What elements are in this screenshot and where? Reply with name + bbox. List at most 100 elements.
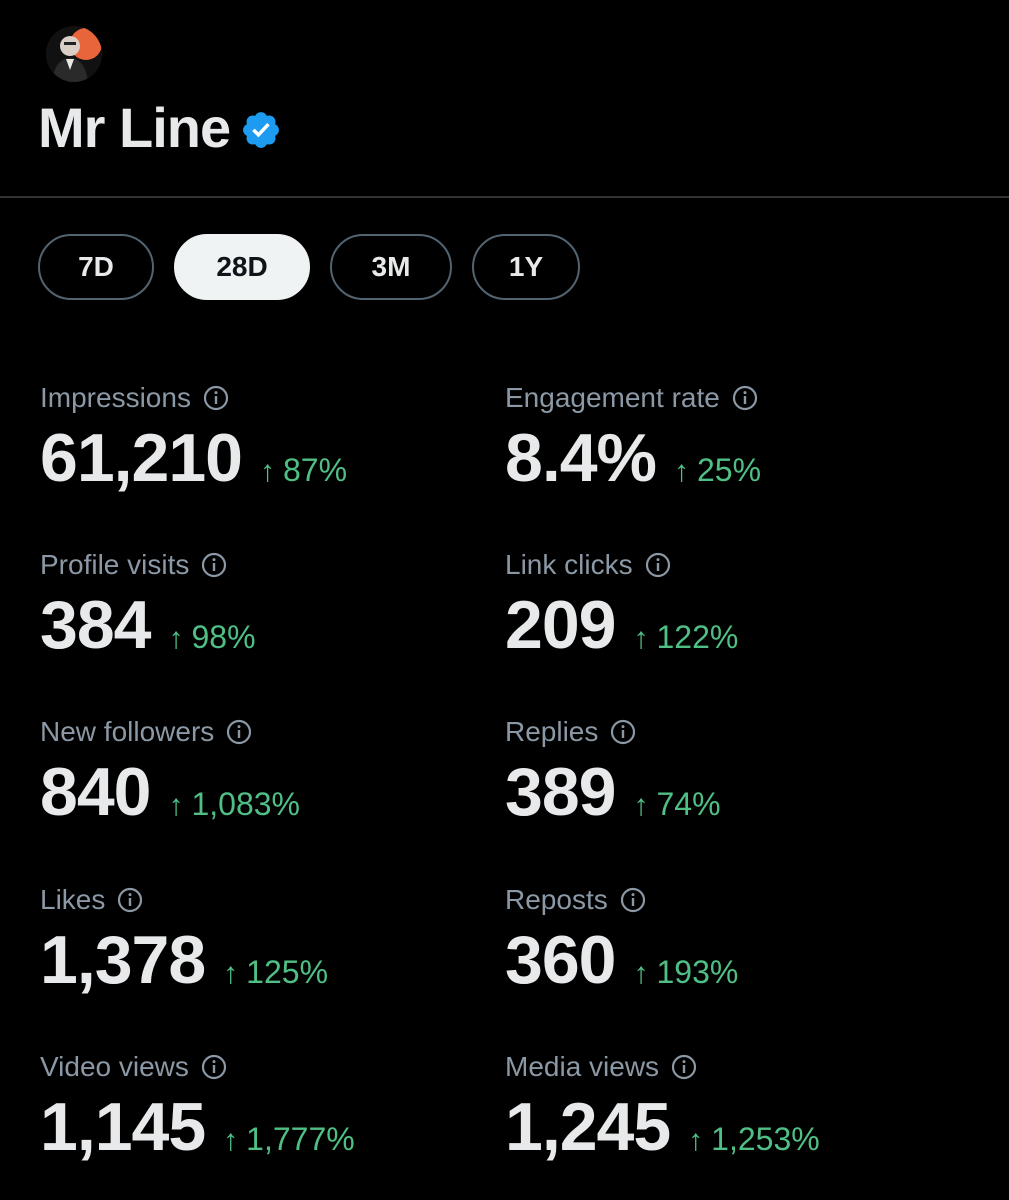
metric-label-row: Link clicks <box>505 547 738 583</box>
metric-change: ↑ 87% <box>260 452 347 489</box>
metric-value-row: 209 ↑ 122% <box>505 585 738 665</box>
metric-label-row: Reposts <box>505 882 738 918</box>
arrow-up-icon: ↑ <box>223 957 239 990</box>
metric-value-row: 389 ↑ 74% <box>505 752 721 832</box>
info-icon[interactable] <box>201 552 227 578</box>
avatar[interactable] <box>46 26 102 82</box>
metric-value: 1,245 <box>505 1089 671 1165</box>
metric-change: ↑ 125% <box>223 954 328 991</box>
metric-change-value: 1,777% <box>246 1121 355 1157</box>
metric-label: Engagement rate <box>505 382 720 413</box>
metric-label: Video views <box>40 1051 189 1082</box>
metric-label-row: Video views <box>40 1049 355 1085</box>
arrow-up-icon: ↑ <box>223 1124 239 1157</box>
metric-change-value: 87% <box>282 452 348 488</box>
metric-change: ↑ 74% <box>633 786 720 823</box>
info-icon[interactable] <box>620 887 646 913</box>
metric-change-value: 125% <box>246 954 329 990</box>
metric-label: Impressions <box>40 382 191 413</box>
metric-profile-visits: Profile visits 384 ↑ 98% <box>40 547 256 665</box>
metric-label-row: Media views <box>505 1049 820 1085</box>
metric-label-row: Profile visits <box>40 547 256 583</box>
metric-change: ↑ 122% <box>633 619 738 656</box>
metric-change-value: 25% <box>697 452 762 488</box>
tab-1y[interactable]: 1Y <box>472 234 580 300</box>
arrow-up-icon: ↑ <box>633 789 649 822</box>
metric-change: ↑ 25% <box>674 452 761 489</box>
arrow-up-icon: ↑ <box>168 622 184 655</box>
metric-label-row: Engagement rate <box>505 380 761 416</box>
arrow-up-icon: ↑ <box>168 789 184 822</box>
metric-value-row: 1,145 ↑ 1,777% <box>40 1087 355 1167</box>
metric-value: 384 <box>40 587 151 663</box>
metric-change-value: 1,083% <box>191 786 300 822</box>
metric-change: ↑ 1,083% <box>168 786 300 823</box>
tab-28d[interactable]: 28D <box>174 234 310 300</box>
metric-value: 8.4% <box>505 420 657 496</box>
metric-value: 360 <box>505 922 616 998</box>
profile-name: Mr Line <box>38 95 231 159</box>
arrow-up-icon: ↑ <box>633 957 649 990</box>
metric-engagement-rate: Engagement rate 8.4% ↑ 25% <box>505 380 761 498</box>
metric-value-row: 384 ↑ 98% <box>40 585 256 665</box>
metric-value-row: 61,210 ↑ 87% <box>40 418 347 498</box>
info-icon[interactable] <box>203 385 229 411</box>
metric-impressions: Impressions 61,210 ↑ 87% <box>40 380 347 498</box>
metric-label: New followers <box>40 716 215 747</box>
metric-change-value: 1,253% <box>711 1121 820 1157</box>
metric-label: Media views <box>505 1051 660 1082</box>
metric-value-row: 1,378 ↑ 125% <box>40 920 328 1000</box>
metric-change: ↑ 1,253% <box>688 1121 820 1158</box>
metric-label-row: Replies <box>505 714 721 750</box>
metric-change-value: 98% <box>191 619 256 655</box>
metric-value: 389 <box>505 754 616 830</box>
arrow-up-icon: ↑ <box>259 455 275 488</box>
verified-badge-icon <box>243 112 280 148</box>
tab-7d[interactable]: 7D <box>38 234 154 300</box>
analytics-page: Mr Line 7D 28D 3M 1Y Impressions 61,210 … <box>0 0 1009 1200</box>
header-divider <box>0 196 1009 198</box>
metric-media-views: Media views 1,245 ↑ 1,253% <box>505 1049 820 1167</box>
metric-label-row: New followers <box>40 714 300 750</box>
metric-change: ↑ 193% <box>633 954 738 991</box>
tab-3m[interactable]: 3M <box>330 234 452 300</box>
info-icon[interactable] <box>610 719 636 745</box>
arrow-up-icon: ↑ <box>688 1124 704 1157</box>
metric-change-value: 74% <box>656 786 721 822</box>
metric-value: 840 <box>40 754 151 830</box>
info-icon[interactable] <box>671 1054 697 1080</box>
metric-value-row: 8.4% ↑ 25% <box>505 418 761 498</box>
metric-label-row: Likes <box>40 882 328 918</box>
metric-label: Likes <box>40 884 106 915</box>
metric-value: 1,145 <box>40 1089 206 1165</box>
avatar-image <box>46 26 102 82</box>
metric-label: Profile visits <box>40 549 190 580</box>
metric-value-row: 1,245 ↑ 1,253% <box>505 1087 820 1167</box>
metric-label: Link clicks <box>505 549 633 580</box>
info-icon[interactable] <box>645 552 671 578</box>
metric-link-clicks: Link clicks 209 ↑ 122% <box>505 547 738 665</box>
profile-header: Mr Line <box>38 92 282 162</box>
info-icon[interactable] <box>117 887 143 913</box>
metric-change-value: 122% <box>656 619 739 655</box>
metric-change: ↑ 98% <box>168 619 255 656</box>
arrow-up-icon: ↑ <box>674 455 689 488</box>
metric-label: Reposts <box>505 884 608 915</box>
range-tabs: 7D 28D 3M 1Y <box>38 234 580 300</box>
metric-value: 209 <box>505 587 616 663</box>
metric-change-value: 193% <box>656 954 739 990</box>
metric-value: 61,210 <box>40 420 243 496</box>
metric-value: 1,378 <box>40 922 206 998</box>
metric-video-views: Video views 1,145 ↑ 1,777% <box>40 1049 355 1167</box>
info-icon[interactable] <box>226 719 252 745</box>
metric-new-followers: New followers 840 ↑ 1,083% <box>40 714 300 832</box>
metric-change: ↑ 1,777% <box>223 1121 355 1158</box>
metric-label-row: Impressions <box>40 380 347 416</box>
metric-replies: Replies 389 ↑ 74% <box>505 714 721 832</box>
info-icon[interactable] <box>732 385 758 411</box>
metric-value-row: 360 ↑ 193% <box>505 920 738 1000</box>
arrow-up-icon: ↑ <box>633 622 649 655</box>
metric-likes: Likes 1,378 ↑ 125% <box>40 882 328 1000</box>
metric-value-row: 840 ↑ 1,083% <box>40 752 300 832</box>
info-icon[interactable] <box>201 1054 227 1080</box>
